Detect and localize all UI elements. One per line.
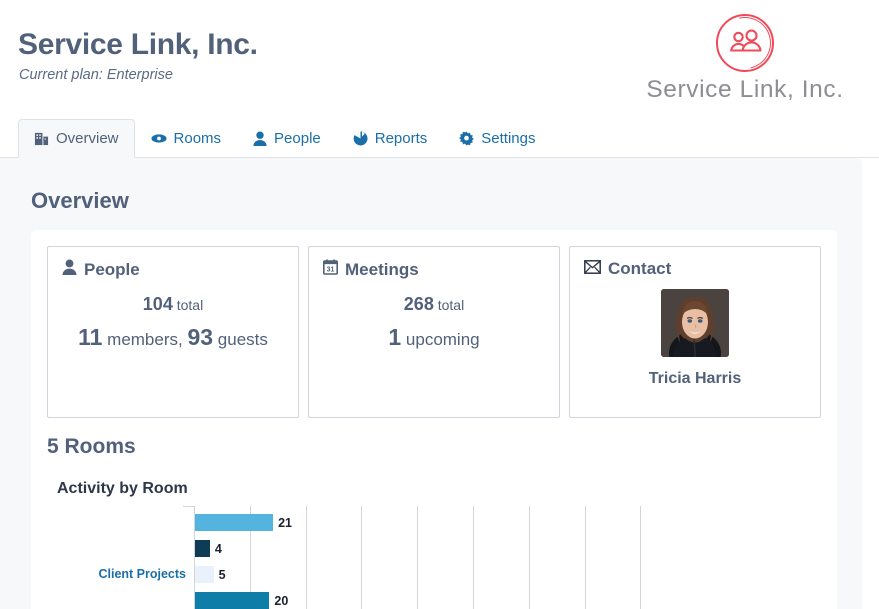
contact-card: Contact Tricia Harris xyxy=(569,246,821,418)
chart-title: Activity by Room xyxy=(57,480,188,497)
meetings-total-value: 268 xyxy=(403,294,434,314)
room-icon xyxy=(150,131,167,146)
chart-plot-area: 21 4 5 20 xyxy=(183,506,837,609)
people-card: People 104 total 11 members, 93 guests xyxy=(47,246,299,418)
meetings-card-title: Meetings xyxy=(345,259,419,279)
chart-gridline xyxy=(640,506,642,609)
chart-gridline xyxy=(528,506,530,609)
chart-bar[interactable] xyxy=(195,540,210,557)
people-total-value: 104 xyxy=(142,294,173,314)
calendar-icon: 31 xyxy=(323,259,338,280)
tab-rooms-label: Rooms xyxy=(173,130,222,147)
current-plan-label: Current plan: Enterprise xyxy=(19,67,173,83)
gear-icon xyxy=(459,131,475,146)
activity-by-room-chart: Client Projects 21 4 5 20 xyxy=(57,506,837,609)
tab-settings-label: Settings xyxy=(481,130,536,147)
two-people-glyph-icon xyxy=(730,29,762,52)
person-icon xyxy=(253,131,267,146)
people-card-title: People xyxy=(84,259,140,279)
people-members-value: 11 xyxy=(78,324,103,350)
overview-content-card: People 104 total 11 members, 93 guests 3… xyxy=(31,230,837,609)
logo-wordmark: Service Link, Inc. xyxy=(646,76,844,103)
meetings-card-header: 31 Meetings xyxy=(323,259,545,280)
chart-bar-value-label: 21 xyxy=(278,515,293,530)
chart-gridline xyxy=(361,506,363,609)
brand-logo: Service Link, Inc. xyxy=(625,7,865,104)
overview-heading: Overview xyxy=(31,188,129,213)
overview-panel: Overview People 104 total 11 members, 93… xyxy=(0,158,862,609)
chart-gridline xyxy=(305,506,307,609)
chart-bar[interactable] xyxy=(195,514,274,531)
people-card-header: People xyxy=(62,259,284,280)
rooms-heading: 5 Rooms xyxy=(47,435,136,458)
meetings-upcoming-line: 1 upcoming xyxy=(323,324,545,351)
page-header: Service Link, Inc. Current plan: Enterpr… xyxy=(0,0,879,118)
pie-chart-icon xyxy=(353,131,368,146)
tab-overview[interactable]: Overview xyxy=(18,119,135,158)
people-total-label: total xyxy=(176,297,204,313)
building-icon xyxy=(34,131,49,146)
chart-gridline xyxy=(417,506,419,609)
person-icon xyxy=(62,259,77,280)
contact-body: Tricia Harris xyxy=(584,289,806,388)
page-title: Service Link, Inc. xyxy=(18,28,258,61)
meetings-upcoming-label: upcoming xyxy=(405,330,480,349)
chart-bar-row: 4 xyxy=(195,540,222,557)
tab-people[interactable]: People xyxy=(237,119,337,158)
chart-bar-value-label: 20 xyxy=(274,593,289,608)
meetings-card: 31 Meetings 268 total 1 upcoming xyxy=(308,246,560,418)
meetings-total-label: total xyxy=(437,297,465,313)
chart-bar-value-label: 5 xyxy=(218,567,226,582)
envelope-icon xyxy=(584,259,601,279)
chart-bar[interactable] xyxy=(195,566,214,583)
chart-axis-cap xyxy=(183,506,195,507)
tab-people-label: People xyxy=(274,130,321,147)
meetings-upcoming-value: 1 xyxy=(388,324,402,350)
people-guests-label: guests xyxy=(217,330,268,349)
chart-bar-row: 21 xyxy=(195,514,292,531)
chart-category-label: Client Projects xyxy=(98,567,186,581)
avatar xyxy=(661,289,729,357)
summary-cards: People 104 total 11 members, 93 guests 3… xyxy=(47,246,821,418)
tab-reports-label: Reports xyxy=(374,130,428,147)
svg-text:31: 31 xyxy=(327,267,335,274)
tab-reports[interactable]: Reports xyxy=(337,119,444,158)
people-members-label: members, xyxy=(107,330,183,349)
people-guests-value: 93 xyxy=(187,324,214,350)
chart-bar-value-label: 4 xyxy=(214,541,222,556)
contact-card-title: Contact xyxy=(608,259,672,278)
main-tabbar: Overview Rooms People Reports Settings xyxy=(0,118,879,158)
tab-settings[interactable]: Settings xyxy=(443,119,551,158)
chart-bar[interactable] xyxy=(195,592,270,609)
people-circle-logo-icon xyxy=(709,7,781,79)
tab-overview-label: Overview xyxy=(56,130,119,147)
chart-bar-row: 20 xyxy=(195,592,288,609)
chart-gridline xyxy=(473,506,474,609)
contact-card-header: Contact xyxy=(584,259,806,279)
contact-person-name: Tricia Harris xyxy=(648,370,742,387)
meetings-total-line: 268 total xyxy=(323,294,545,315)
people-breakdown-line: 11 members, 93 guests xyxy=(62,324,284,351)
chart-bar-row: 5 xyxy=(195,566,226,583)
chart-gridline xyxy=(584,506,586,609)
tab-rooms[interactable]: Rooms xyxy=(135,119,238,158)
people-total-line: 104 total xyxy=(62,294,284,315)
